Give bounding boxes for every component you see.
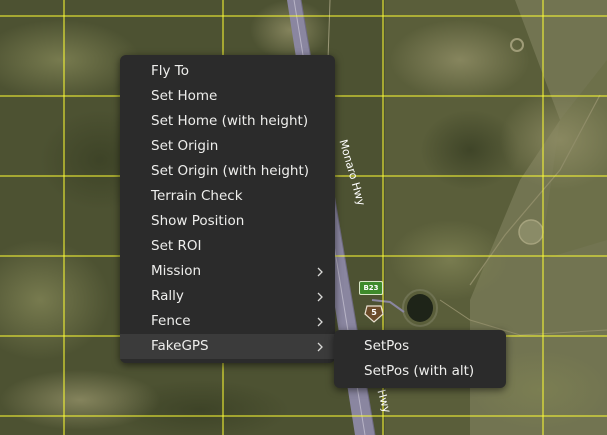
menu-item-fly-to[interactable]: Fly To <box>120 59 335 84</box>
menu-item-set-roi[interactable]: Set ROI <box>120 234 335 259</box>
submenu-item-setpos[interactable]: SetPos <box>334 334 506 359</box>
menu-item-rally[interactable]: Rally <box>120 284 335 309</box>
route-marker-icon: 5 <box>364 305 384 323</box>
submenu-item-label: SetPos <box>364 338 410 354</box>
menu-item-label: Set Home <box>151 88 218 104</box>
menu-item-mission[interactable]: Mission <box>120 259 335 284</box>
chevron-right-icon <box>315 309 325 334</box>
chevron-right-icon <box>315 284 325 309</box>
menu-item-label: Mission <box>151 263 202 279</box>
menu-item-label: Set Origin <box>151 138 219 154</box>
menu-item-label: Set Home (with height) <box>151 113 309 129</box>
menu-item-set-home-with-height[interactable]: Set Home (with height) <box>120 109 335 134</box>
route-marker-label: 5 <box>371 308 377 317</box>
submenu-item-label: SetPos (with alt) <box>364 363 475 379</box>
menu-item-label: Terrain Check <box>151 188 243 204</box>
menu-item-label: Set Origin (with height) <box>151 163 310 179</box>
menu-item-set-origin[interactable]: Set Origin <box>120 134 335 159</box>
fakegps-submenu: SetPos SetPos (with alt) <box>334 330 506 388</box>
menu-item-label: Rally <box>151 288 184 304</box>
menu-item-terrain-check[interactable]: Terrain Check <box>120 184 335 209</box>
chevron-right-icon <box>315 259 325 284</box>
menu-item-set-origin-with-height[interactable]: Set Origin (with height) <box>120 159 335 184</box>
menu-item-fakegps[interactable]: FakeGPS <box>120 334 335 359</box>
submenu-item-setpos-with-alt[interactable]: SetPos (with alt) <box>334 359 506 384</box>
menu-item-label: FakeGPS <box>151 338 209 354</box>
menu-item-label: Fly To <box>151 63 190 79</box>
chevron-right-icon <box>315 334 325 359</box>
menu-item-label: Set ROI <box>151 238 202 254</box>
route-shield-b23: B23 <box>359 281 383 295</box>
menu-item-set-home[interactable]: Set Home <box>120 84 335 109</box>
menu-item-show-position[interactable]: Show Position <box>120 209 335 234</box>
context-menu: Fly To Set Home Set Home (with height) S… <box>120 55 335 363</box>
menu-item-label: Fence <box>151 313 191 329</box>
menu-item-fence[interactable]: Fence <box>120 309 335 334</box>
menu-item-label: Show Position <box>151 213 245 229</box>
